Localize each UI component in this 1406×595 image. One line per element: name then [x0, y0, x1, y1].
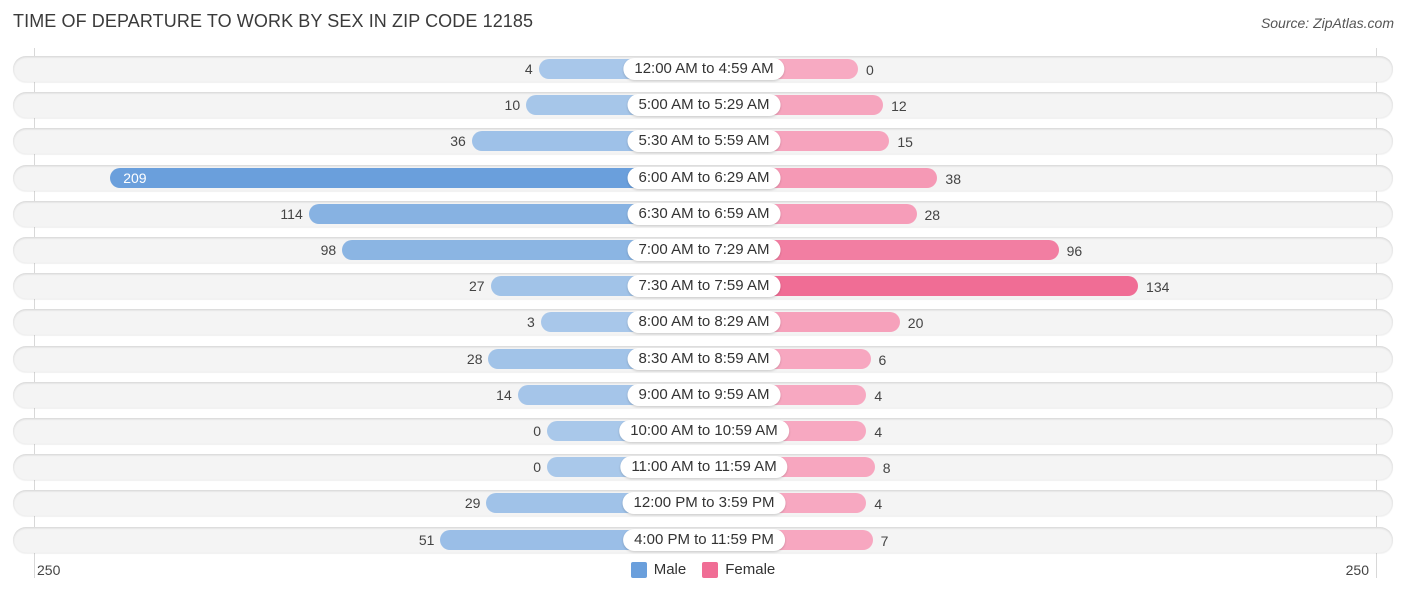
- chart-title: TIME OF DEPARTURE TO WORK BY SEX IN ZIP …: [13, 11, 534, 31]
- value-label-female: 0: [866, 62, 874, 78]
- value-label-female: 7: [880, 532, 889, 549]
- value-label-male: 0: [533, 423, 541, 439]
- category-label: 7:30 AM to 7:59 AM: [627, 275, 781, 298]
- category-label: 8:00 AM to 8:29 AM: [627, 311, 781, 334]
- value-label-female: 12: [891, 98, 907, 115]
- category-label: 7:00 AM to 7:29 AM: [627, 239, 781, 261]
- category-label: 12:00 AM to 4:59 AM: [623, 58, 785, 80]
- value-label-female: 28: [924, 206, 941, 223]
- value-label-female: 134: [1146, 279, 1170, 296]
- value-label-male: 10: [504, 97, 521, 114]
- legend-label-female: Female: [725, 561, 776, 578]
- category-label: 4:00 PM to 11:59 PM: [623, 528, 785, 551]
- category-label: 12:00 PM to 3:59 PM: [622, 492, 786, 515]
- value-label-male: 114: [280, 205, 303, 222]
- category-label: 10:00 AM to 10:59 AM: [619, 420, 789, 442]
- value-label-male: 28: [466, 350, 483, 367]
- category-label: 5:00 AM to 5:29 AM: [627, 94, 781, 117]
- category-label: 6:00 AM to 6:29 AM: [627, 166, 781, 189]
- value-label-female: 15: [897, 134, 913, 151]
- category-label: 5:30 AM to 5:59 AM: [627, 130, 781, 153]
- value-label-female: 4: [874, 424, 883, 440]
- legend-item-female[interactable]: Female: [702, 561, 775, 578]
- value-label-female: 38: [945, 170, 961, 187]
- value-label-male: 209: [123, 169, 147, 186]
- value-label-male: 0: [533, 459, 541, 476]
- value-label-male: 27: [469, 278, 485, 295]
- value-label-female: 8: [882, 460, 891, 477]
- value-label-male: 14: [496, 386, 512, 403]
- category-label: 6:30 AM to 6:59 AM: [627, 202, 781, 225]
- value-label-male: 4: [524, 61, 533, 77]
- category-label: 9:00 AM to 9:59 AM: [627, 383, 781, 406]
- value-label-female: 4: [874, 496, 883, 513]
- source-label: Source: ZipAtlas.com: [1260, 15, 1394, 31]
- legend-swatch-male: [630, 561, 647, 578]
- legend: Male Female: [0, 561, 1406, 578]
- legend-label-male: Male: [653, 561, 687, 578]
- legend-item-male[interactable]: Male: [630, 561, 687, 578]
- legend-swatch-female: [702, 561, 719, 578]
- category-label: 11:00 AM to 11:59 AM: [620, 456, 788, 479]
- value-label-male: 29: [464, 495, 481, 512]
- value-label-female: 6: [878, 351, 887, 368]
- value-label-male: 51: [418, 531, 435, 548]
- value-label-female: 96: [1066, 243, 1083, 259]
- category-label: 8:30 AM to 8:59 AM: [627, 347, 781, 370]
- value-label-male: 36: [450, 133, 466, 150]
- value-label-male: 3: [526, 314, 535, 331]
- value-label-female: 4: [874, 387, 883, 404]
- value-label-male: 98: [320, 242, 337, 258]
- bar-male[interactable]: [110, 167, 704, 188]
- value-label-female: 20: [907, 315, 924, 332]
